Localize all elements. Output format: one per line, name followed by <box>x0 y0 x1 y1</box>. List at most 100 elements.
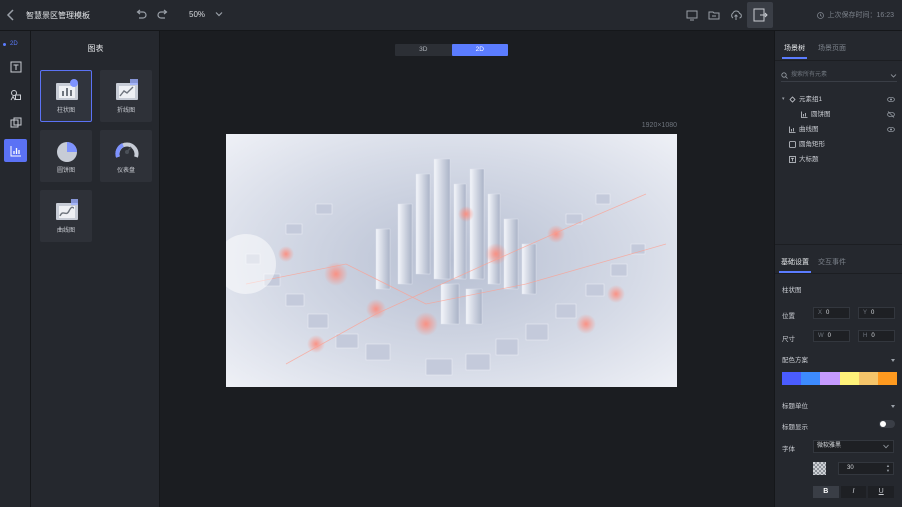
zoom-level[interactable]: 50% <box>189 10 205 19</box>
redo-icon[interactable] <box>156 8 170 22</box>
italic-button[interactable]: I <box>840 486 867 498</box>
tree-item-label: 圆角矩形 <box>799 141 825 148</box>
canvas-stage[interactable] <box>226 134 677 387</box>
exit-button[interactable] <box>747 2 773 28</box>
cloud-upload-icon[interactable] <box>729 8 743 22</box>
chevron-down-icon[interactable] <box>890 72 897 79</box>
size-w-field[interactable]: W0 <box>813 330 850 342</box>
position-x-field[interactable]: X0 <box>813 307 850 319</box>
tree-item-curve[interactable]: 曲线图 <box>775 123 902 136</box>
line-chart-icon <box>116 79 138 100</box>
chart-card-label: 曲线图 <box>56 228 75 234</box>
chevron-down-icon <box>883 444 889 449</box>
library-title: 图表 <box>87 44 104 53</box>
pie-chart-icon <box>57 142 77 162</box>
eye-off-icon[interactable] <box>887 111 895 118</box>
eye-icon[interactable] <box>887 96 895 103</box>
position-x-key: X <box>818 310 823 316</box>
size-h-value: 0 <box>871 333 875 339</box>
top-bar: 智慧景区管理模板 50% 上次保存时间：16:23 <box>0 0 902 31</box>
tab-scene-pages[interactable]: 场景页面 <box>818 43 846 53</box>
group-icon <box>789 96 796 103</box>
component-name: 柱状图 <box>782 287 802 294</box>
mode-3d-button[interactable]: 3D <box>395 44 452 56</box>
chart-card-pie[interactable]: 圆饼图 <box>40 130 92 182</box>
chart-card-gauge[interactable]: 仪表盘 <box>100 130 152 182</box>
mode-indicator: 2D <box>3 41 18 47</box>
chevron-down-icon[interactable] <box>214 9 224 19</box>
size-h-key: H <box>863 333 868 339</box>
folder-icon[interactable] <box>707 8 721 22</box>
undo-icon[interactable] <box>134 8 148 22</box>
properties-panel: 场景树 场景页面 搜索所有元素 ▾ 元素组1 圆饼图 曲线图 圆角矩形 大标题 … <box>774 31 902 507</box>
tab-basic-settings[interactable]: 基础设置 <box>779 257 811 273</box>
clock-icon <box>817 11 825 19</box>
shapes-tool-button[interactable] <box>4 83 27 106</box>
font-size-value: 30 <box>847 465 854 471</box>
position-y-field[interactable]: Y0 <box>858 307 895 319</box>
color-swatch[interactable] <box>877 372 898 385</box>
tree-item-group[interactable]: ▾ 元素组1 <box>775 93 902 106</box>
text-tool-button[interactable] <box>4 55 27 78</box>
expand-caret-icon[interactable]: ▾ <box>782 93 785 106</box>
chart-card-curve[interactable]: 曲线图 <box>40 190 92 242</box>
font-select[interactable]: 微软雅黑 <box>813 440 894 453</box>
bold-button[interactable]: B <box>813 486 839 498</box>
size-label: 尺寸 <box>782 336 795 343</box>
tree-item-label: 圆饼图 <box>811 111 831 118</box>
title-unit-section[interactable]: 标题单位 <box>775 400 902 414</box>
canvas-area: 3D 2D 1920×1080 <box>160 31 774 507</box>
font-color-picker[interactable] <box>813 462 826 475</box>
position-x-value: 0 <box>826 310 830 316</box>
element-search[interactable]: 搜索所有元素 <box>781 69 897 82</box>
font-size-field[interactable]: 30 ▲ ▼ <box>838 462 894 475</box>
chart-tool-button[interactable] <box>4 139 27 162</box>
text-icon <box>789 156 796 163</box>
size-h-field[interactable]: H0 <box>858 330 895 342</box>
properties-tabs: 基础设置 交互事件 <box>775 244 902 274</box>
chart-card-label: 仪表盘 <box>116 168 135 174</box>
rect-icon <box>789 141 796 148</box>
tree-item-label: 元素组1 <box>799 96 823 103</box>
search-icon <box>781 72 788 79</box>
underline-button[interactable]: U <box>868 486 895 498</box>
mode-2d-button[interactable]: 2D <box>451 44 508 56</box>
tab-scene-tree[interactable]: 场景树 <box>782 43 807 59</box>
layers-tool-button[interactable] <box>4 111 27 134</box>
tree-item-label: 曲线图 <box>799 126 819 133</box>
text-format-buttons: B I U <box>813 486 895 498</box>
tool-rail: 2D <box>0 31 31 507</box>
save-status: 上次保存时间：16:23 <box>817 10 894 20</box>
color-swatch[interactable] <box>801 372 821 385</box>
color-swatch[interactable] <box>782 372 802 385</box>
font-label: 字体 <box>782 446 795 453</box>
eye-icon[interactable] <box>887 126 895 133</box>
color-scheme-label: 配色方案 <box>782 357 808 364</box>
chart-card-bar[interactable]: 柱状图 <box>40 70 92 122</box>
bar-chart-icon <box>10 145 21 156</box>
position-y-value: 0 <box>871 310 875 316</box>
color-swatch[interactable] <box>858 372 878 385</box>
chart-card-label: 折线图 <box>116 108 135 114</box>
tab-interaction-events[interactable]: 交互事件 <box>818 257 846 267</box>
position-y-key: Y <box>863 310 868 316</box>
tree-item-rect[interactable]: 圆角矩形 <box>775 138 902 151</box>
preview-icon[interactable] <box>685 8 699 22</box>
view-mode-toggle: 3D 2D <box>395 44 508 56</box>
color-swatch[interactable] <box>820 372 840 385</box>
chart-card-line[interactable]: 折线图 <box>100 70 152 122</box>
tree-item-title[interactable]: 大标题 <box>775 153 902 166</box>
stepper-icon[interactable]: ▲ ▼ <box>886 463 890 473</box>
layers-icon <box>10 117 21 127</box>
back-icon[interactable] <box>6 8 18 22</box>
chart-library-panel: 图表 柱状图 折线图 圆饼图 仪表盘 曲线图 <box>31 31 160 507</box>
title-show-toggle[interactable] <box>879 420 895 428</box>
color-scheme-section[interactable]: 配色方案 <box>775 354 902 368</box>
title-unit-label: 标题单位 <box>782 403 808 410</box>
color-swatch[interactable] <box>839 372 859 385</box>
tree-item-pie[interactable]: 圆饼图 <box>775 108 902 121</box>
city-aerial-image <box>226 134 677 387</box>
color-scheme-swatches[interactable] <box>782 372 898 385</box>
curve-chart-icon <box>56 199 78 220</box>
chart-card-label: 柱状图 <box>56 108 75 114</box>
